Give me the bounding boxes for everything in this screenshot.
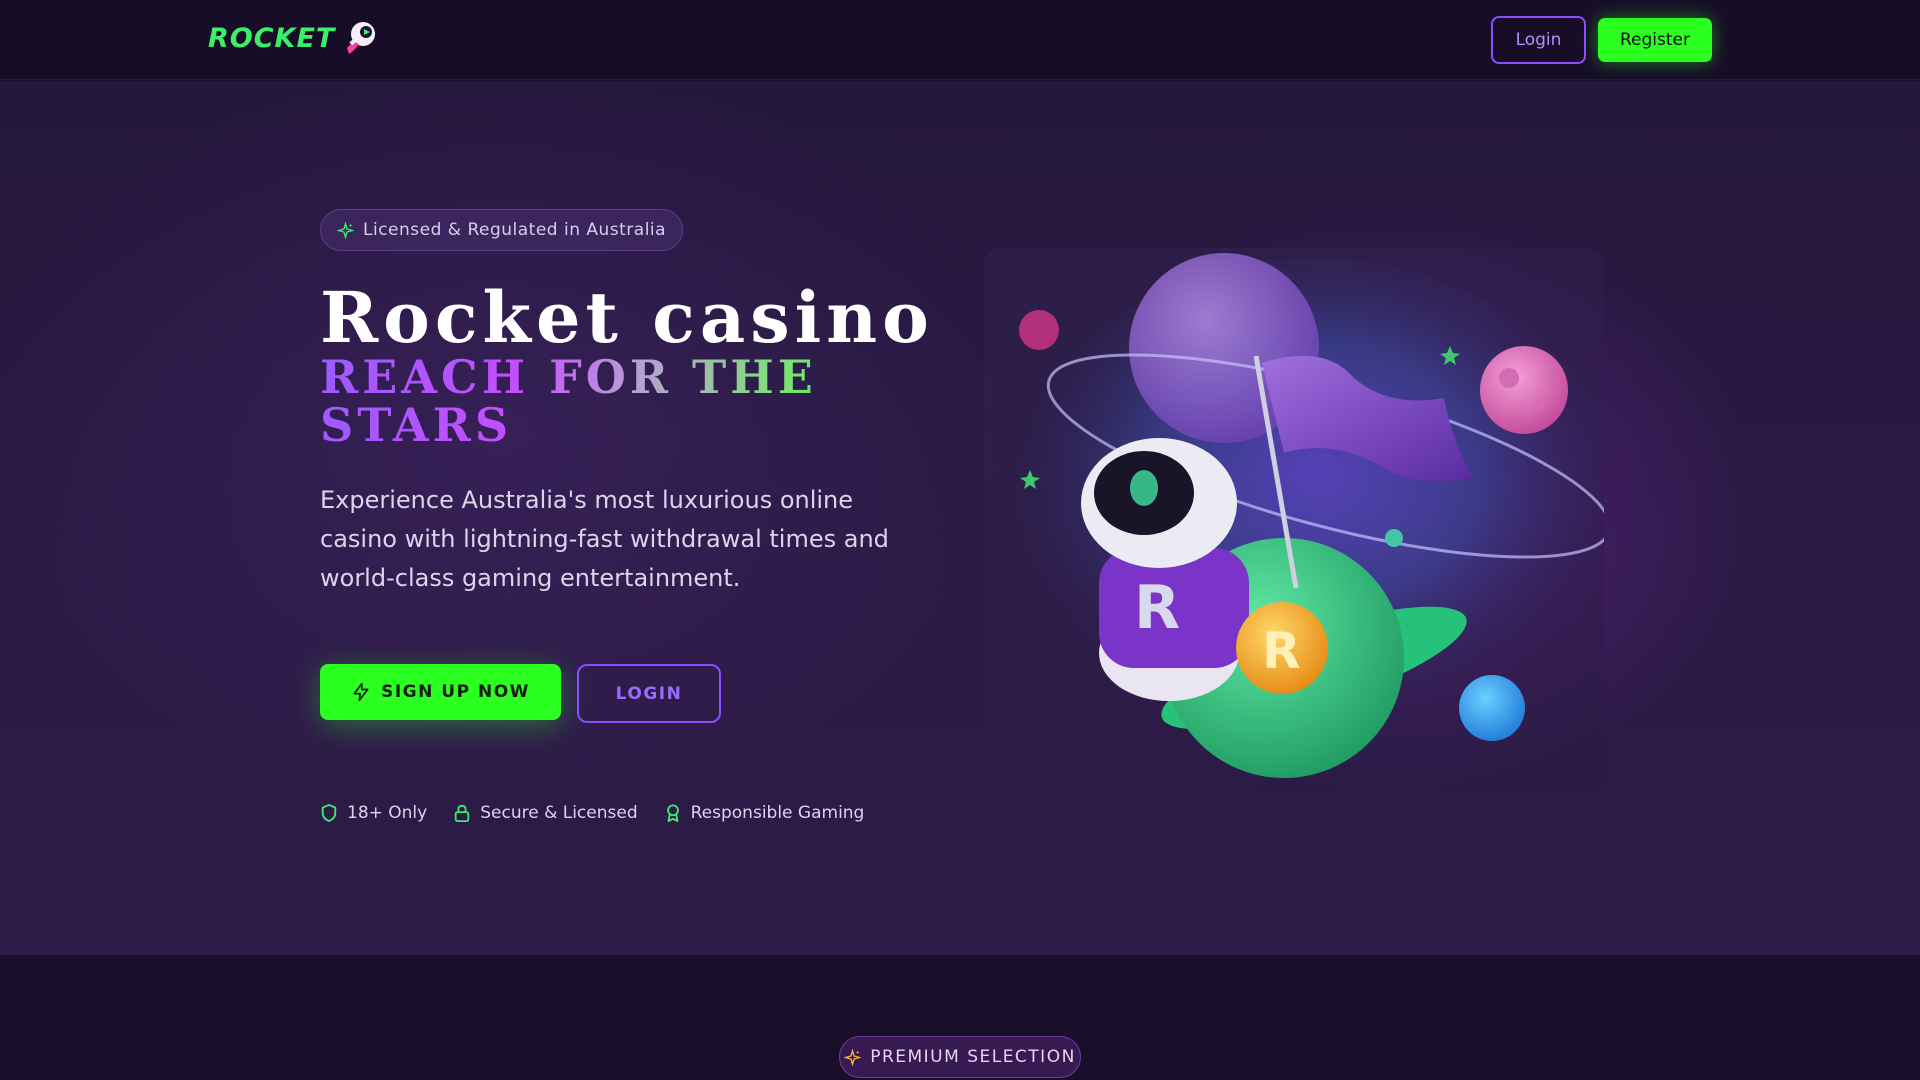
license-badge: Licensed & Regulated in Australia [320,209,684,251]
svg-text:R: R [1262,622,1301,680]
logo[interactable]: ROCKET [208,18,379,58]
hero-section [0,81,1920,955]
lock-icon [455,804,470,822]
trust-item-label: Secure & Licensed [480,803,638,823]
page-title: Rocket casino [320,276,934,359]
trust-item-responsible: Responsible Gaming [664,803,865,823]
astronaut-planet-illustration: R R [1014,253,1604,778]
site-header: ROCKET Login Register [0,0,1920,80]
hero-description: Experience Australia's most luxurious on… [320,486,889,592]
logo-text: ROCKET [208,22,336,54]
award-icon [666,804,679,822]
premium-selection-badge: PREMIUM SELECTION [839,1036,1081,1078]
shield-icon [321,804,337,822]
hero-login-button[interactable]: LOGIN [577,664,721,723]
trust-item-label: Responsible Gaming [690,803,865,823]
login-button[interactable]: Login [1491,16,1586,64]
trust-item-label: 18+ Only [347,803,428,823]
hero-illustration: R R [984,248,1604,788]
sparkle-icon [844,1048,862,1066]
hero-tagline: REACH FOR THE STARS [320,353,880,449]
lightning-bolt-icon [353,682,369,702]
trust-item-secure: Secure & Licensed [453,803,638,823]
license-badge-label: Licensed & Regulated in Australia [363,220,667,240]
sparkle-icon [337,221,354,239]
register-button[interactable]: Register [1598,18,1712,62]
sign-up-button-label: SIGN UP NOW [381,682,530,702]
premium-selection-label: PREMIUM SELECTION [870,1047,1076,1067]
rocket-mascot-icon [347,22,376,54]
sign-up-button[interactable]: SIGN UP NOW [320,664,561,720]
trust-indicators: 18+ Only Secure & Licensed Responsible G… [320,803,864,823]
trust-item-age: 18+ Only [320,803,427,823]
svg-text:R: R [1134,573,1180,643]
